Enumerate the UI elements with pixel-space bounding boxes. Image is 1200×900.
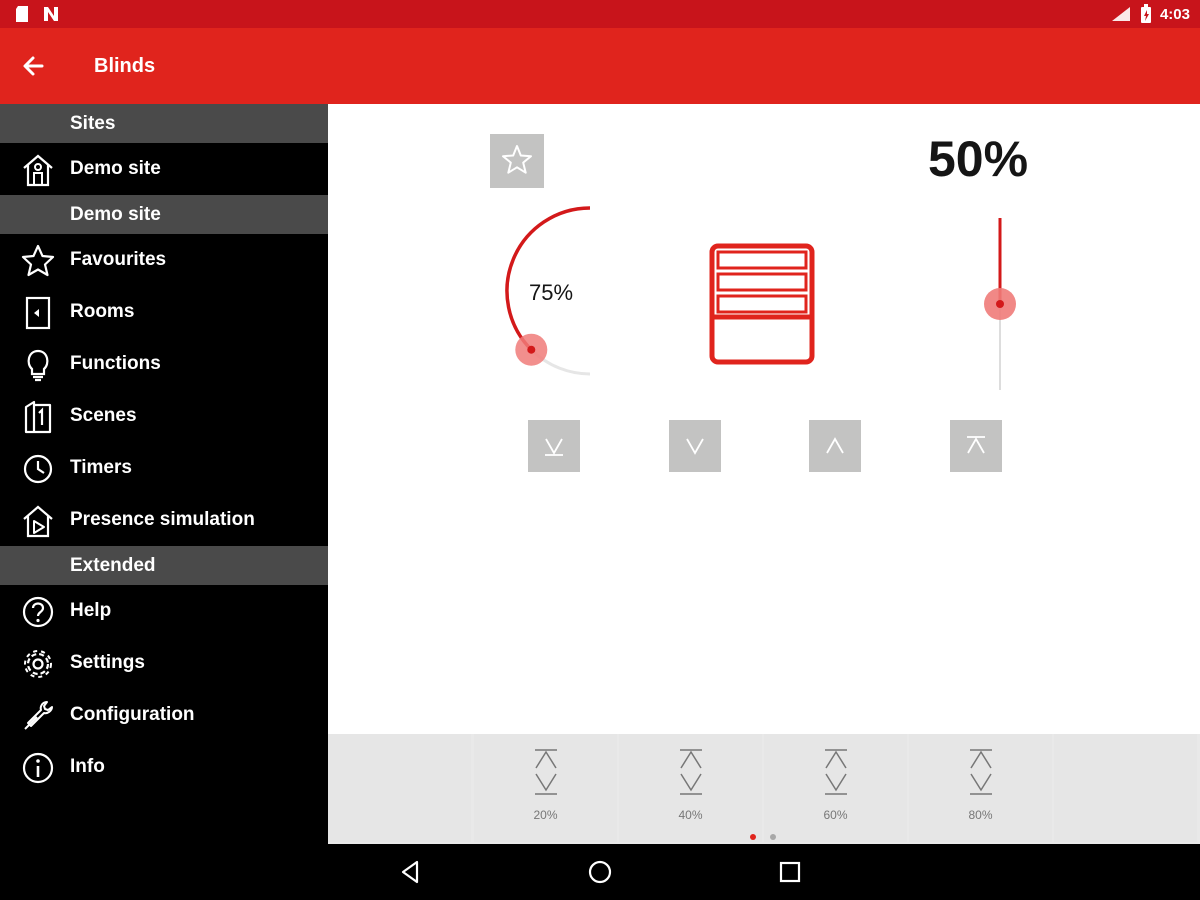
drawer-item-help[interactable]: Help <box>0 585 328 637</box>
up-end-icon <box>967 436 985 454</box>
preset-label: 40% <box>678 808 703 822</box>
status-bar: 4:03 <box>0 0 1200 28</box>
preset-position-icon <box>535 749 557 795</box>
drawer-item-label: Functions <box>70 353 161 374</box>
drawer-item-demo-site[interactable]: Demo site <box>0 143 328 195</box>
section-header-sites: Sites <box>0 104 328 143</box>
drawer-item-presence-simulation[interactable]: Presence simulation <box>0 494 328 546</box>
clock-icon <box>23 454 53 484</box>
drawer-item-label: Info <box>70 756 105 777</box>
star-icon <box>502 145 532 174</box>
preset-position-icon <box>680 749 702 795</box>
star-icon <box>21 244 55 277</box>
door-icon <box>25 296 51 330</box>
scenes-icon <box>24 400 52 434</box>
gear-icon <box>24 650 52 678</box>
favourite-button[interactable] <box>490 134 544 188</box>
drawer-item-label: Presence simulation <box>70 509 255 530</box>
drawer-item-label: Favourites <box>70 249 167 270</box>
move-down-button[interactable] <box>669 420 721 472</box>
nav-home-icon[interactable] <box>586 858 614 886</box>
status-time: 4:03 <box>1159 5 1190 23</box>
signal-icon <box>1111 7 1130 21</box>
navigation-drawer: Sites Demo site Demo site Favourites Roo… <box>0 104 328 844</box>
battery-icon <box>1140 4 1151 23</box>
system-nav-bar <box>0 844 1200 900</box>
chevron-up-icon <box>826 437 844 454</box>
page-dot-active[interactable] <box>750 834 756 840</box>
move-up-full-button[interactable] <box>950 420 1002 472</box>
info-icon <box>22 752 54 784</box>
preset-20[interactable]: 20% <box>474 734 617 842</box>
preset-80[interactable]: 80% <box>909 734 1052 842</box>
back-button[interactable] <box>18 50 50 82</box>
bulb-icon <box>27 349 49 382</box>
house-icon <box>23 154 53 187</box>
drawer-item-label: Scenes <box>70 405 137 426</box>
presence-icon <box>23 505 53 538</box>
nav-recents-icon[interactable] <box>776 858 804 886</box>
slider-knob-center <box>996 300 1004 308</box>
preset-strip: 20% 40% 60% 80% <box>328 734 1200 844</box>
preset-position-icon <box>970 749 992 795</box>
drawer-item-label: Timers <box>70 457 132 478</box>
blind-control-panel: 50% 75% <box>328 104 1200 734</box>
preset-empty-left <box>328 734 471 842</box>
section-header-extended: Extended <box>0 546 328 585</box>
down-end-icon <box>545 438 563 456</box>
drawer-item-functions[interactable]: Functions <box>0 338 328 390</box>
notification-n-icon <box>44 7 58 21</box>
drawer-item-configuration[interactable]: Configuration <box>0 689 328 741</box>
nav-back-icon[interactable] <box>397 858 425 886</box>
wrench-icon <box>24 701 53 730</box>
drawer-item-favourites[interactable]: Favourites <box>0 234 328 286</box>
preset-60[interactable]: 60% <box>764 734 907 842</box>
help-icon <box>22 596 54 628</box>
move-down-full-button[interactable] <box>528 420 580 472</box>
chevron-down-icon <box>686 438 704 455</box>
move-up-button[interactable] <box>809 420 861 472</box>
drawer-item-info[interactable]: Info <box>0 741 328 793</box>
blind-icon <box>709 243 815 365</box>
preset-empty-right <box>1054 734 1197 842</box>
dial-knob-center <box>527 345 536 354</box>
app-bar: Blinds <box>0 28 1200 104</box>
dial-arc <box>505 206 591 351</box>
drawer-item-label: Rooms <box>70 301 135 322</box>
sd-card-icon <box>16 6 28 22</box>
drawer-item-label: Settings <box>70 652 145 673</box>
drawer-item-settings[interactable]: Settings <box>0 637 328 689</box>
drawer-item-label: Configuration <box>70 704 195 725</box>
preset-position-icon <box>825 749 847 795</box>
preset-label: 20% <box>533 808 558 822</box>
drawer-item-scenes[interactable]: Scenes <box>0 390 328 442</box>
section-header-demo-site: Demo site <box>0 195 328 234</box>
drawer-item-rooms[interactable]: Rooms <box>0 286 328 338</box>
preset-label: 80% <box>968 808 993 822</box>
page-dot[interactable] <box>770 834 776 840</box>
arrow-left-icon <box>23 56 44 76</box>
drawer-item-label: Demo site <box>70 158 161 179</box>
preset-40[interactable]: 40% <box>619 734 762 842</box>
slat-angle-percent: 75% <box>529 280 574 305</box>
drawer-item-timers[interactable]: Timers <box>0 442 328 494</box>
position-slider[interactable] <box>968 216 1028 396</box>
preset-label: 60% <box>823 808 848 822</box>
page-title: Blinds <box>94 55 156 77</box>
page-indicator <box>750 834 778 842</box>
position-percent: 50% <box>928 131 1029 187</box>
drawer-item-label: Help <box>70 600 112 621</box>
